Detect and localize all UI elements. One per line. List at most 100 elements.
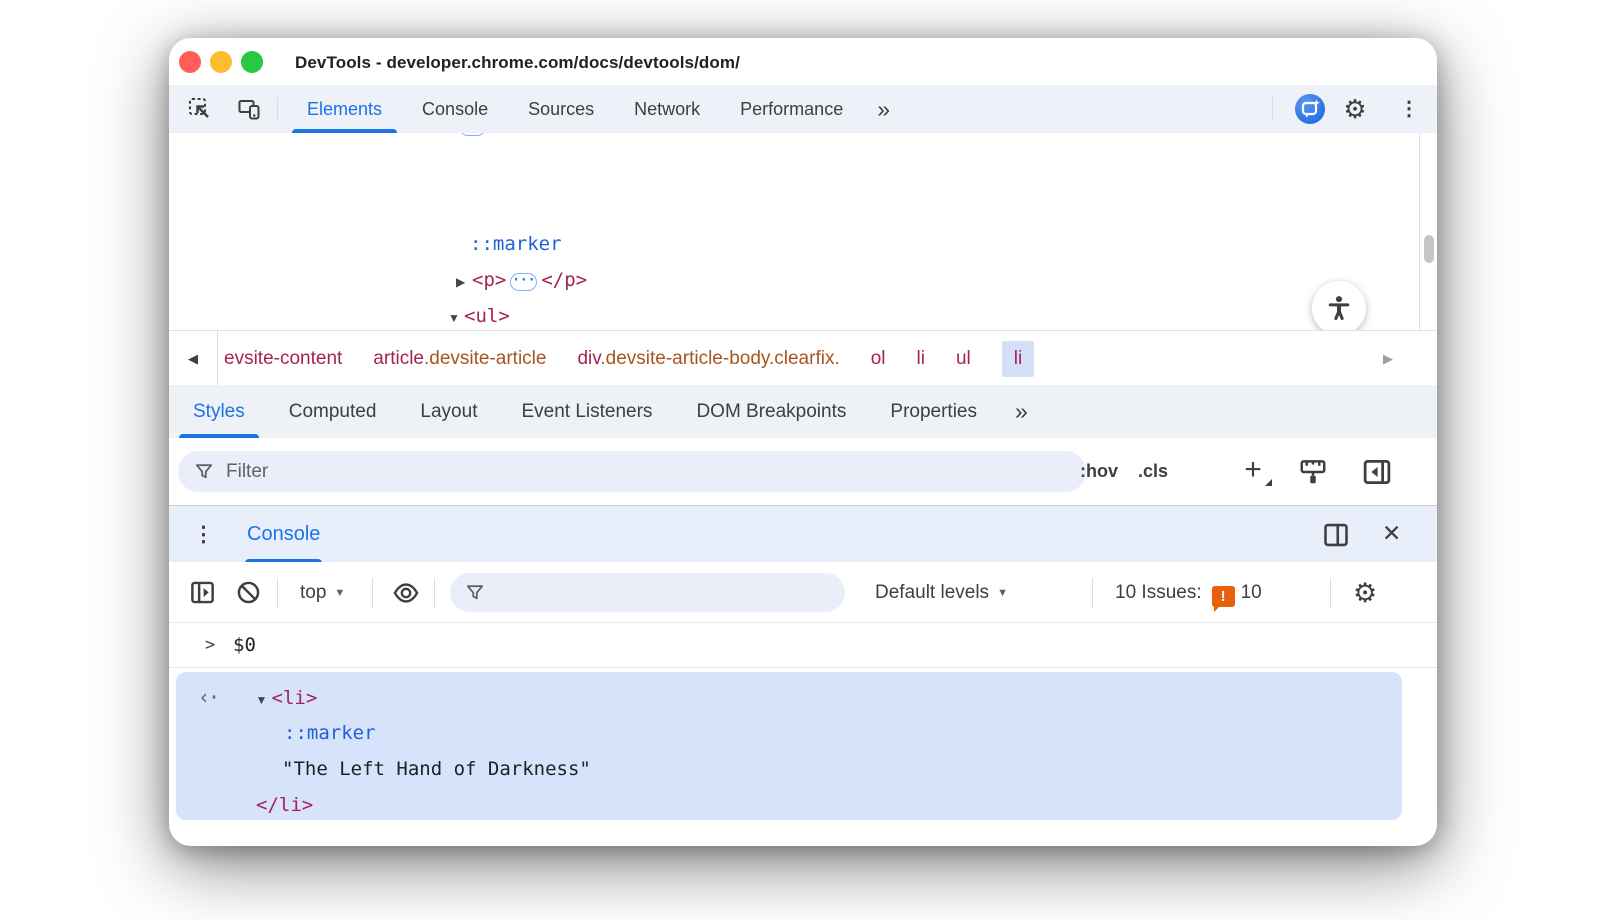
ai-assistance-icon[interactable] [1295, 94, 1325, 124]
crumb-ul[interactable]: ul [956, 348, 971, 370]
breadcrumb: evsite-content article.devsite-article d… [224, 331, 1035, 386]
crumb-tag: div [577, 347, 601, 369]
accessibility-overlay-button[interactable] [1312, 281, 1366, 330]
levels-label: Default levels [875, 582, 990, 603]
split-panel-icon[interactable] [1322, 521, 1350, 549]
new-style-rule-button[interactable]: + [1236, 454, 1272, 488]
ul-open-tag[interactable]: <ul> [464, 305, 510, 327]
tab-elements[interactable]: Elements [287, 85, 402, 133]
device-toolbar-icon[interactable] [237, 97, 261, 121]
result-text-node[interactable]: "The Left Hand of Darkness" [282, 751, 591, 787]
collapse-arrow-icon[interactable]: ▼ [256, 682, 272, 718]
filter-placeholder: Filter [226, 460, 269, 482]
console-drawer-header: ⋮ Console ✕ [169, 505, 1437, 563]
crumb-li[interactable]: li [917, 348, 925, 370]
issues-counter[interactable]: 10 Issues:! 10 [1115, 562, 1262, 623]
dom-breadcrumb-bar: ◀ evsite-content article.devsite-article… [169, 330, 1437, 386]
toolbar-divider [277, 97, 278, 121]
toggle-pseudo-classes-button[interactable]: :hov [1080, 438, 1118, 505]
funnel-icon [466, 585, 484, 600]
tab-performance[interactable]: Performance [720, 85, 863, 133]
close-traffic-light[interactable] [179, 51, 201, 73]
clear-console-icon[interactable] [235, 579, 262, 606]
inspect-element-icon[interactable] [188, 97, 212, 121]
marker-pseudo-element[interactable]: ::marker [470, 226, 562, 262]
breadcrumb-forward-icon[interactable]: ▶ [1383, 331, 1393, 386]
console-settings-gear-icon[interactable]: ⚙ [1353, 578, 1377, 609]
more-tabs-icon[interactable]: » [863, 85, 904, 133]
dom-collapsed-badge[interactable]: ··· [459, 133, 487, 136]
crumb-tag: article [373, 347, 424, 369]
console-command-row[interactable]: > $0 [169, 623, 1437, 668]
breadcrumb-back-icon[interactable]: ◀ [169, 331, 218, 386]
result-li-close-tag[interactable]: </li> [256, 787, 313, 823]
default-levels-dropdown[interactable]: Default levels ▼ [875, 562, 1008, 623]
elements-dom-tree: "··· ::marker ▶<p>···</p> ▼<ul> ··· ▶<li… [169, 133, 1437, 330]
kebab-menu-icon[interactable]: ⋮ [1397, 97, 1421, 121]
context-label: top [300, 582, 327, 603]
issue-badge-icon: ! [1211, 586, 1235, 612]
p-open-tag[interactable]: <p> [472, 269, 506, 291]
dom-row-p[interactable]: ▶ <p> ··· </p> [169, 262, 1417, 298]
titlebar: DevTools - developer.chrome.com/docs/dev… [169, 38, 1437, 85]
toolbar-right-divider [1272, 97, 1273, 121]
show-console-sidebar-icon[interactable] [189, 579, 216, 606]
tab-styles-label: Styles [193, 401, 245, 422]
tab-dom-breakpoints[interactable]: DOM Breakpoints [674, 385, 868, 438]
crumb-devsite-content[interactable]: evsite-content [224, 348, 342, 370]
tab-dom-breakpoints-label: DOM Breakpoints [696, 401, 847, 422]
tab-computed[interactable]: Computed [267, 385, 399, 438]
crumb-class: .devsite-article [423, 347, 547, 369]
result-li-open-tag[interactable]: <li> [272, 687, 318, 709]
result-marker-pseudo[interactable]: ::marker [284, 715, 376, 751]
dom-collapsed-badge[interactable]: ··· [510, 273, 538, 291]
tab-network[interactable]: Network [614, 85, 720, 133]
console-result-block[interactable]: ‹· ▼ <li> ::marker "The Left Hand of Dark… [176, 672, 1402, 820]
tab-network-label: Network [634, 99, 701, 119]
expand-arrow-icon[interactable]: ▶ [456, 264, 472, 300]
crumb-class: .devsite-article-body.clearfix. [600, 347, 840, 369]
dom-row-ul[interactable]: ▼ <ul> [169, 298, 1417, 330]
dom-row-marker[interactable]: ::marker [169, 226, 1417, 262]
live-expression-eye-icon[interactable] [392, 580, 420, 606]
main-toolbar: Elements Console Sources Network Perform… [169, 85, 1437, 133]
execution-context-selector[interactable]: top ▼ [300, 562, 345, 623]
settings-gear-icon[interactable]: ⚙ [1343, 96, 1367, 122]
more-tabs-icon[interactable]: » [999, 385, 1044, 438]
minimize-traffic-light[interactable] [210, 51, 232, 73]
tab-layout[interactable]: Layout [398, 385, 499, 438]
tab-console[interactable]: Console [402, 85, 508, 133]
p-close-tag[interactable]: </p> [541, 269, 587, 291]
crumb-tag: li [916, 347, 925, 369]
tab-event-listeners-label: Event Listeners [521, 401, 653, 422]
drawer-kebab-menu-icon[interactable]: ⋮ [193, 506, 214, 563]
close-drawer-icon[interactable]: ✕ [1382, 520, 1401, 547]
collapse-arrow-icon[interactable]: ▼ [448, 300, 464, 330]
crumb-article[interactable]: article.devsite-article [373, 348, 546, 370]
console-toolbar-divider [1092, 578, 1093, 608]
toggle-element-classes-button[interactable]: .cls [1138, 438, 1168, 505]
console-filter-input[interactable] [450, 573, 845, 612]
evaluated-expression: $0 [233, 634, 256, 656]
styles-sidebar-tabs: Styles Computed Layout Event Listeners D… [169, 385, 1437, 438]
crumb-div-article-body[interactable]: div.devsite-article-body.clearfix. [577, 348, 839, 370]
rendering-emulation-icon[interactable] [1298, 457, 1328, 487]
window-title: DevTools - developer.chrome.com/docs/dev… [295, 53, 740, 72]
return-value-icon: ‹· [198, 685, 220, 709]
toggle-sidebar-panel-icon[interactable] [1362, 457, 1392, 487]
tab-performance-label: Performance [740, 99, 844, 119]
tab-event-listeners[interactable]: Event Listeners [499, 385, 674, 438]
tab-styles[interactable]: Styles [171, 385, 267, 438]
dom-row-partial-top: "··· [169, 133, 1437, 140]
styles-filter-input[interactable]: Filter [178, 451, 1086, 492]
tab-sources[interactable]: Sources [508, 85, 614, 133]
tab-console-label: Console [422, 99, 489, 119]
drawer-tab-console[interactable]: Console [245, 506, 323, 563]
elements-scrollbar-thumb[interactable] [1424, 235, 1434, 263]
crumb-li-selected[interactable]: li [1001, 340, 1035, 377]
maximize-traffic-light[interactable] [241, 51, 263, 73]
crumb-tag: ol [870, 347, 886, 369]
tab-properties[interactable]: Properties [868, 385, 999, 438]
prompt-chevron-icon: > [205, 635, 216, 655]
crumb-ol[interactable]: ol [871, 348, 886, 370]
